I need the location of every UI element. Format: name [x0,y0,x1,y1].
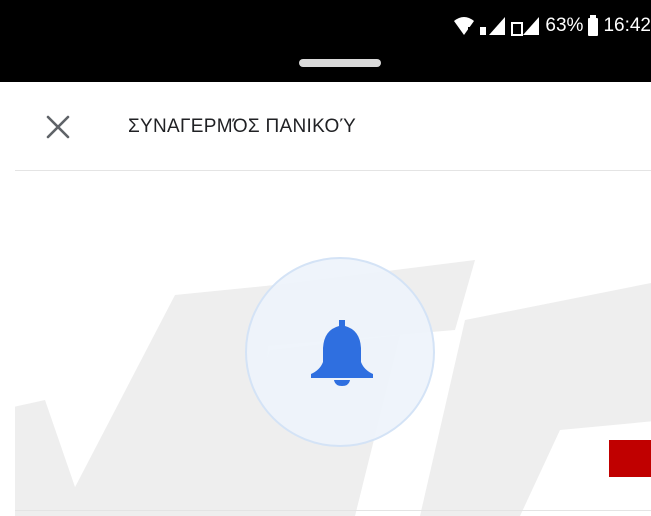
signal-icon-2 [511,17,540,36]
drag-handle[interactable] [299,59,381,67]
panic-alarm-button[interactable] [245,257,435,447]
page-title: ΣΥΝΑΓΕΡΜΌΣ ΠΑΝΙΚΟΎ [128,116,357,137]
bell-icon [311,320,373,386]
battery-icon [588,15,599,36]
bottom-divider [15,510,651,511]
signal-icon-1 [480,17,506,35]
header-divider [15,170,651,171]
status-icons: 63% 16:42 [453,12,651,40]
close-button[interactable] [43,112,73,142]
panic-alarm-sheet: ΣΥΝΑΓΕΡΜΌΣ ΠΑΝΙΚΟΎ [15,82,651,516]
sheet-header: ΣΥΝΑΓΕΡΜΌΣ ΠΑΝΙΚΟΎ [15,82,651,170]
clock: 16:42 [603,15,651,36]
status-bar: 63% 16:42 [0,0,651,82]
battery-percent: 63% [545,15,584,36]
wifi-icon [454,17,475,35]
screen: 63% 16:42 ΣΥΝΑΓΕΡΜΌΣ ΠΑΝΙΚΟΎ [0,0,651,516]
close-icon [46,115,70,139]
